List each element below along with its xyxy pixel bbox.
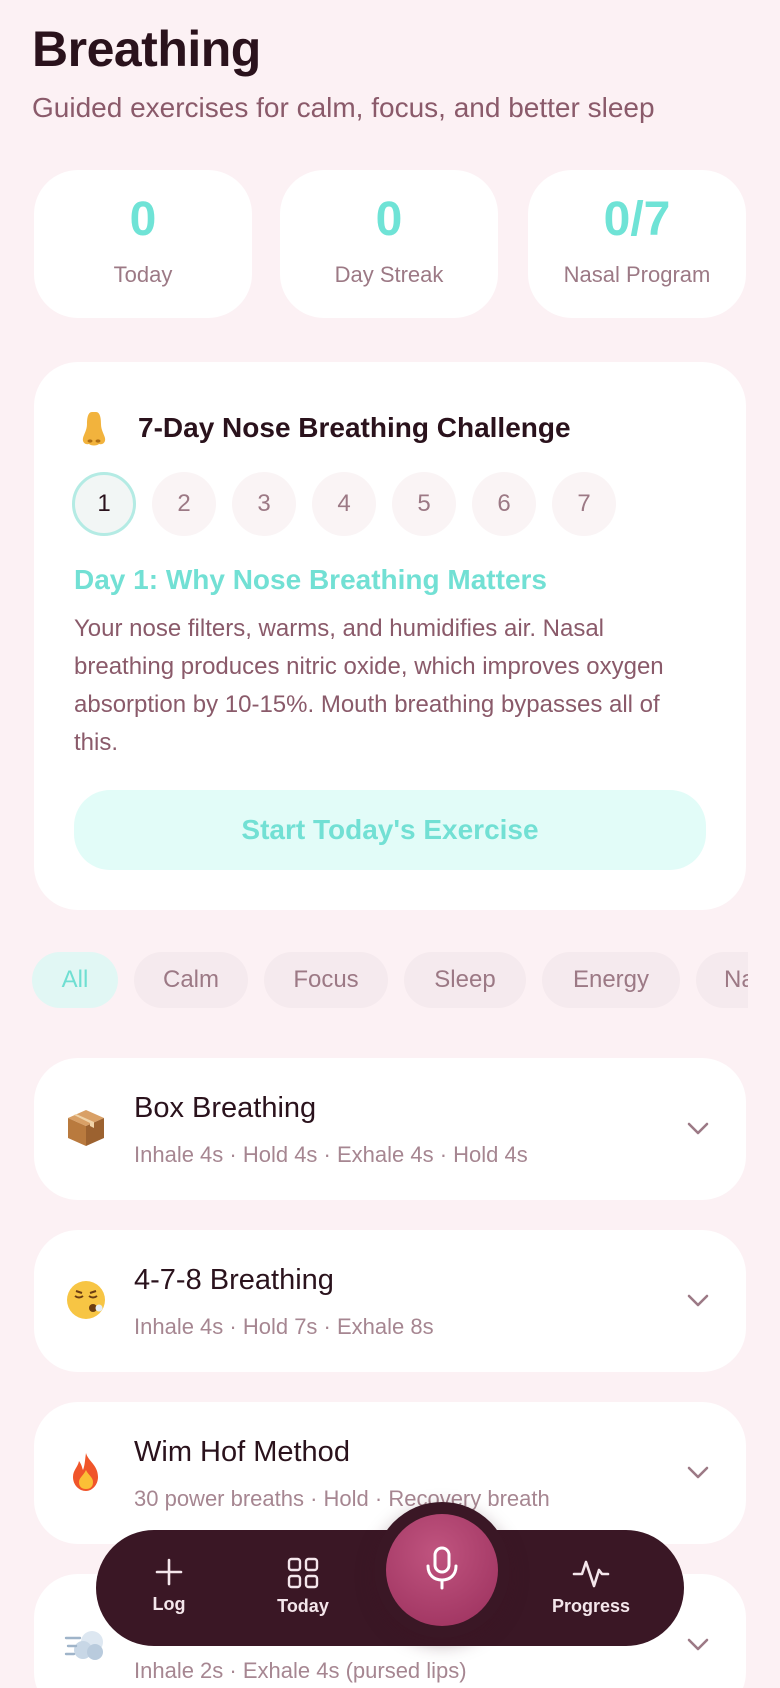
stat-card-streak: 0 Day Streak (280, 170, 498, 318)
exercise-pattern: 30 power breaths · Hold · Recovery breat… (134, 1486, 550, 1511)
activity-pulse-icon (536, 1556, 646, 1590)
exercise-card-box-breathing[interactable]: Box Breathing Inhale 4s · Hold 4s · Exha… (34, 1058, 746, 1200)
nav-log[interactable]: Log (114, 1556, 224, 1615)
stat-label: Day Streak (334, 262, 444, 287)
challenge-title: 7-Day Nose Breathing Challenge (138, 412, 571, 443)
fire-emoji-icon (64, 1450, 108, 1494)
exercise-name: 4-7-8 Breathing (134, 1264, 334, 1296)
stat-label: Nasal Program (563, 262, 711, 287)
day-button-7[interactable]: 7 (552, 472, 616, 536)
filter-chip-calm[interactable]: Calm (134, 952, 248, 1008)
filter-chip-sleep[interactable]: Sleep (404, 952, 526, 1008)
stat-value: 0 (375, 193, 403, 246)
nav-today[interactable]: Today (248, 1556, 358, 1617)
stat-card-nasal-program: 0/7 Nasal Program (528, 170, 746, 318)
page-subtitle: Guided exercises for calm, focus, and be… (32, 92, 655, 123)
exercise-name: Wim Hof Method (134, 1436, 350, 1468)
day-button-4[interactable]: 4 (312, 472, 376, 536)
challenge-header: 7-Day Nose Breathing Challenge (74, 408, 571, 448)
voice-record-button[interactable] (386, 1514, 498, 1626)
nose-challenge-card: 7-Day Nose Breathing Challenge 1 2 3 4 5… (34, 362, 746, 910)
stats-row: 0 Today 0 Day Streak 0/7 Nasal Program (34, 170, 746, 318)
grid-icon (248, 1556, 358, 1590)
day-button-1[interactable]: 1 (72, 472, 136, 536)
stat-value: 0/7 (603, 193, 671, 246)
day-button-5[interactable]: 5 (392, 472, 456, 536)
exercise-pattern: Inhale 4s · Hold 4s · Exhale 4s · Hold 4… (134, 1142, 528, 1167)
filter-chip-nasal[interactable]: Nasal (696, 952, 748, 1008)
plus-icon (114, 1556, 224, 1588)
stat-card-today: 0 Today (34, 170, 252, 318)
day-button-2[interactable]: 2 (152, 472, 216, 536)
exercise-card-478[interactable]: 4-7-8 Breathing Inhale 4s · Hold 7s · Ex… (34, 1230, 746, 1372)
nav-label: Log (152, 1594, 186, 1614)
exercise-name: Box Breathing (134, 1092, 317, 1124)
filter-chip-focus[interactable]: Focus (264, 952, 388, 1008)
nav-label: Today (277, 1596, 329, 1616)
chevron-down-icon[interactable] (684, 1286, 712, 1314)
relieved-face-emoji-icon (64, 1278, 108, 1322)
filter-chip-energy[interactable]: Energy (542, 952, 680, 1008)
package-emoji-icon (64, 1106, 108, 1150)
challenge-day-selector: 1 2 3 4 5 6 7 (72, 472, 632, 536)
page-title: Breathing (32, 21, 261, 77)
chevron-down-icon[interactable] (684, 1458, 712, 1486)
stat-value: 0 (129, 193, 157, 246)
stat-label: Today (113, 262, 173, 287)
exercise-card-wim-hof[interactable]: Wim Hof Method 30 power breaths · Hold ·… (34, 1402, 746, 1544)
nav-progress[interactable]: Progress (536, 1556, 646, 1617)
dash-emoji-icon (64, 1622, 108, 1666)
day-button-6[interactable]: 6 (472, 472, 536, 536)
chevron-down-icon[interactable] (684, 1630, 712, 1658)
chevron-down-icon[interactable] (684, 1114, 712, 1142)
nav-label: Progress (551, 1596, 631, 1616)
microphone-icon (420, 1544, 464, 1597)
day-lesson-body: Your nose filters, warms, and humidifies… (74, 615, 664, 756)
nose-emoji-icon (74, 408, 114, 448)
day-lesson-title: Day 1: Why Nose Breathing Matters (74, 564, 547, 595)
start-exercise-button[interactable]: Start Today's Exercise (74, 790, 706, 870)
category-filter-bar: All Calm Focus Sleep Energy Nasal (32, 952, 748, 1010)
breathing-screen: Breathing Guided exercises for calm, foc… (0, 0, 780, 1688)
day-button-3[interactable]: 3 (232, 472, 296, 536)
filter-chip-all[interactable]: All (32, 952, 118, 1008)
exercise-pattern: Inhale 4s · Hold 7s · Exhale 8s (134, 1314, 434, 1339)
exercise-pattern: Inhale 2s · Exhale 4s (pursed lips) (134, 1658, 467, 1683)
